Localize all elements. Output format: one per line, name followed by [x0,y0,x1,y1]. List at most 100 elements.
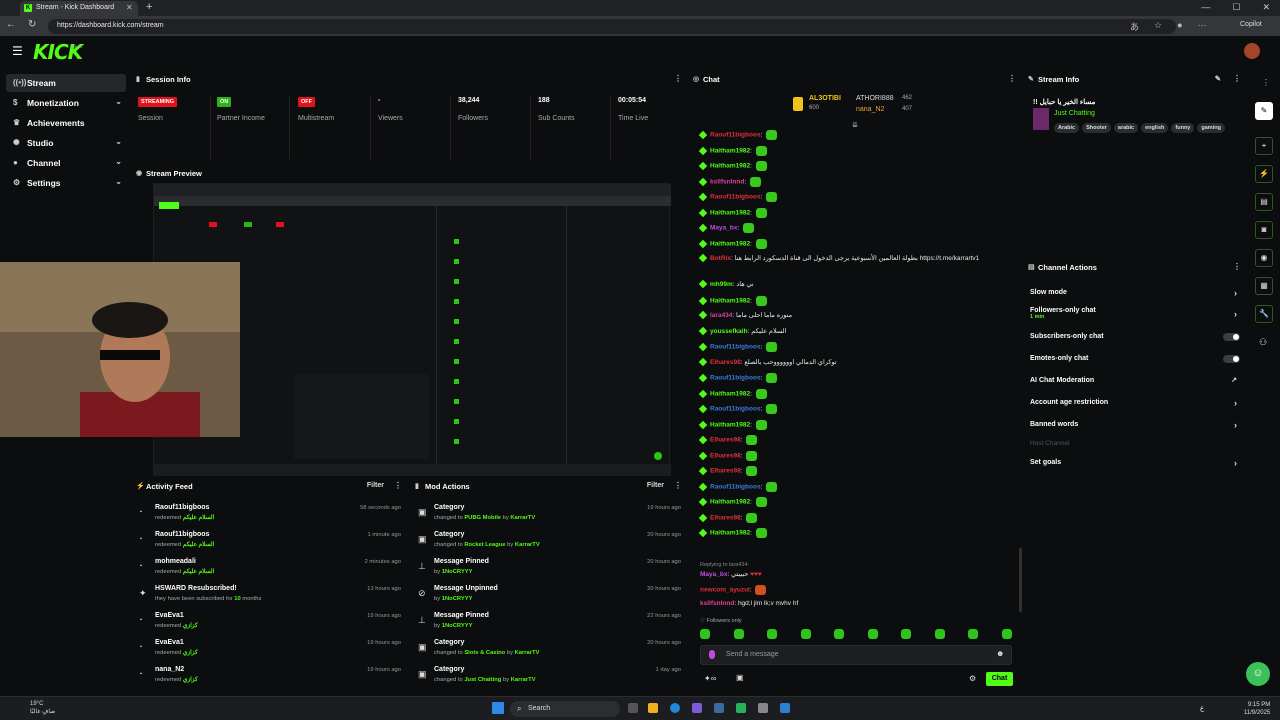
sidebar-item-stream[interactable]: ((•)) Stream [6,74,126,92]
broadcast-icon[interactable]: ◉ [1255,249,1273,267]
more-icon[interactable]: ⋮ [1233,262,1241,271]
weather-widget[interactable]: 19°C صافٍ غالبًا [30,700,55,716]
set-goals-item[interactable]: Set goals › [1030,458,1240,473]
app-icon[interactable] [714,703,724,713]
emote-icon[interactable] [767,629,778,639]
chat-message: Haitham1982: [698,497,1020,512]
chat-bubble-icon[interactable]: ◙ [1255,221,1273,239]
badge-icon [698,513,708,522]
sidebar-item-monetization[interactable]: $ Monetization ⌄ [6,94,126,112]
scroll-down-icon[interactable]: ⇊ [852,121,858,129]
share-icon[interactable]: ⚇ [1259,337,1267,348]
wrench-icon[interactable]: 🔧 [1255,305,1273,323]
more-icon[interactable]: ⋮ [674,481,682,490]
ai-moderation-item[interactable]: AI Chat Moderation ↗ [1030,377,1240,391]
emote-icon[interactable] [901,629,912,639]
badge-icon [698,528,708,538]
menu-icon[interactable]: ⋯ [1198,20,1207,33]
translate-icon[interactable]: あ [1130,20,1139,33]
filter-button[interactable]: Filter [367,482,384,489]
emote-icon[interactable] [733,629,744,639]
task-view-icon[interactable] [628,703,638,713]
calendar-icon[interactable]: ▦ [1255,277,1273,295]
category-name[interactable]: Just Chatting [1054,110,1095,117]
sidebar-item-studio[interactable]: ✺ Studio ⌄ [6,134,126,152]
app-icon[interactable] [736,703,746,713]
lightning-icon[interactable]: ⚡ [1255,165,1273,183]
sidebar-item-settings[interactable]: ⚙ Settings ⌄ [6,174,126,192]
gift-icon[interactable]: ▣ [736,673,744,682]
emotes-only-item[interactable]: Emotes-only chat [1030,355,1240,369]
followers-only-item[interactable]: Followers-only chat 1 min › [1030,307,1240,321]
edge-icon[interactable] [670,703,680,713]
windows-start-icon[interactable] [492,702,504,714]
sidebar-item-achievements[interactable]: ♛ Achievements [6,114,126,132]
emote-icon[interactable] [800,629,811,639]
more-icon[interactable]: ⋮ [1233,74,1241,83]
maximize-icon[interactable]: ☐ [1232,2,1240,16]
filter-button[interactable]: Filter [647,482,664,489]
star-icon[interactable]: ☆ [1154,20,1162,33]
chat-message: Elhares98: [698,512,1020,528]
chat-message: Haitham1982: [698,528,1020,543]
new-tab-icon[interactable]: + [146,1,152,13]
profile-icon[interactable]: ● [1177,20,1182,33]
status-badge: OFF [298,97,315,107]
emote-icon[interactable] [700,629,710,639]
subscribers-only-item[interactable]: Subscribers-only chat [1030,333,1240,347]
chat-message: mh99m: ني هاد [698,280,1020,295]
more-icon[interactable]: ⋮ [674,74,682,83]
emote-icon[interactable] [834,629,845,639]
emote-icon[interactable] [867,629,878,639]
panel-title: Chat [703,75,720,84]
chat-message: Elhares98: [698,435,1020,450]
send-chat-button[interactable]: Chat [986,672,1013,686]
emote-icon[interactable] [934,629,945,639]
document-icon[interactable]: ▤ [1255,193,1273,211]
minimize-icon[interactable]: — [1201,2,1210,16]
hamburger-icon[interactable]: ☰ [12,44,23,58]
edit-icon[interactable]: ✎ [1215,74,1221,83]
emote-icon[interactable] [968,629,979,639]
taskbar-search[interactable]: Search [510,701,620,717]
sidebar-item-channel[interactable]: ● Channel ⌄ [6,154,126,172]
chevron-right-icon: › [1234,398,1237,408]
settings-app-icon[interactable] [758,703,768,713]
chat-settings-icon[interactable]: ✦∞ [704,674,716,683]
chat-icon: ◎ [693,76,700,83]
close-window-icon[interactable]: ✕ [1262,2,1270,16]
avatar[interactable] [1244,43,1260,59]
url-field[interactable]: https://dashboard.kick.com/stream [48,19,1176,34]
clip-icon[interactable]: ⌖ [1255,137,1273,155]
webcam-overlay [0,262,240,437]
language-indicator[interactable]: ع [1200,704,1204,712]
banned-words-item[interactable]: Banned words › [1030,420,1240,435]
chat-input[interactable]: Send a message [700,645,1012,665]
mic-icon[interactable] [709,650,715,659]
edit-stream-icon[interactable]: ✎ [1255,102,1273,120]
gear-icon[interactable]: ⚙ [969,674,976,683]
emoji-icon[interactable]: ☻ [996,649,1004,658]
app-icon[interactable] [692,703,702,713]
copilot-button[interactable]: Copilot [1240,21,1262,28]
emote-icon[interactable] [1001,629,1012,639]
tab-title: Stream - Kick Dashboard [36,4,115,11]
taskbar-clock[interactable]: 9:15 PM 11/9/2025 [1244,701,1270,717]
slow-mode-item[interactable]: Slow mode › [1030,288,1240,303]
chevron-right-icon: › [1234,309,1237,319]
chat-float-button[interactable]: ☺ [1246,662,1270,686]
more-icon[interactable]: ⋮ [1008,74,1016,83]
chat-scrollbar[interactable] [1019,548,1022,612]
app-icon[interactable] [780,703,790,713]
file-explorer-icon[interactable] [648,703,658,713]
gear-icon: ⚙ [13,178,21,187]
browser-tab[interactable]: K Stream - Kick Dashboard [20,1,138,16]
more-icon[interactable]: ⋮ [394,481,402,490]
back-icon[interactable]: ← [6,19,16,30]
chat-message: ksllfsnlnnd: [698,176,1020,192]
reload-icon[interactable]: ↻ [28,19,36,30]
badge-icon [698,208,708,217]
account-age-item[interactable]: Account age restriction › [1030,398,1240,413]
close-tab-icon[interactable]: ✕ [126,3,133,12]
more-icon[interactable]: ⋮ [1262,78,1270,87]
